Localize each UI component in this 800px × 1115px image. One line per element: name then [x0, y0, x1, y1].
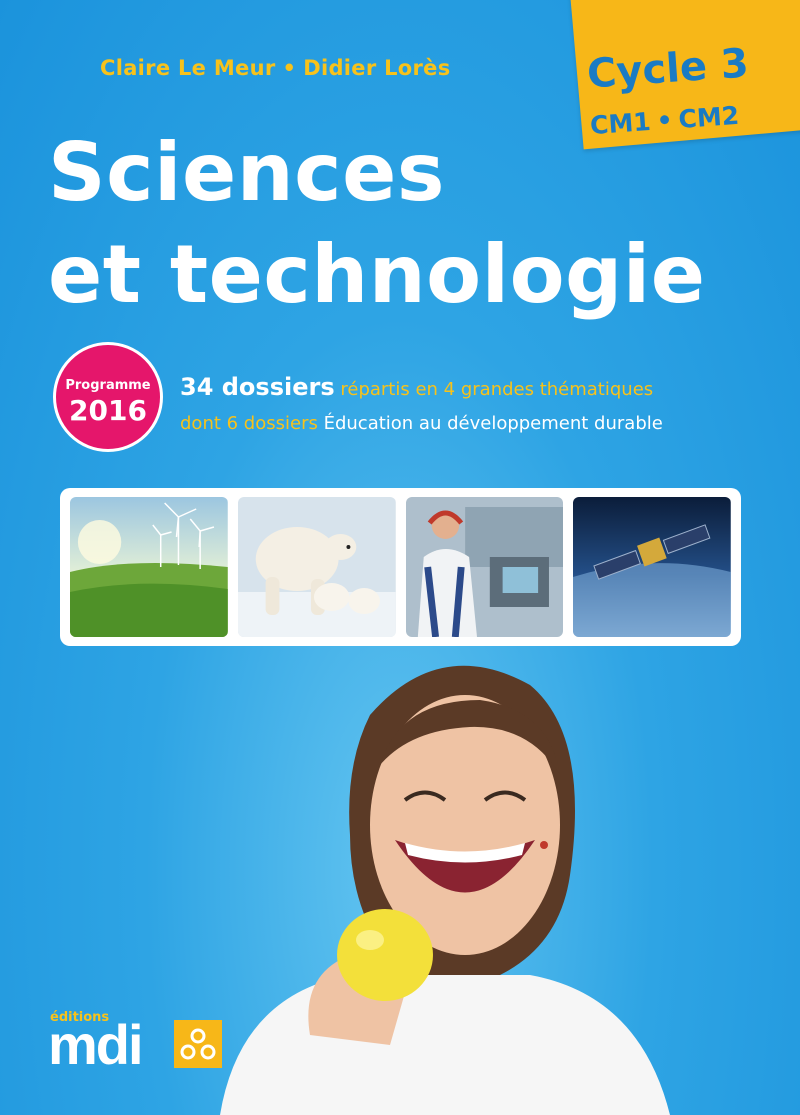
author-separator: • — [282, 56, 297, 80]
info-block: 34 dossiers répartis en 4 grandes thémat… — [180, 370, 663, 441]
info-line-1-rest: répartis en 4 grandes thématiques — [340, 379, 654, 400]
author-first: Claire Le Meur — [100, 56, 276, 80]
info-line-1: 34 dossiers répartis en 4 grandes thémat… — [180, 370, 663, 407]
info-line-1-highlight: 34 dossiers — [180, 373, 335, 401]
book-title: Sciences et technologie — [48, 122, 705, 326]
programme-badge: Programme 2016 — [53, 342, 163, 452]
info-line-2: dont 6 dossiers Éducation au développeme… — [180, 407, 663, 441]
info-line-2-rest: Éducation au développement durable — [323, 413, 663, 434]
badge-year: 2016 — [69, 394, 147, 427]
info-line-2-highlight: dont 6 dossiers — [180, 413, 318, 434]
title-line-2: et technologie — [48, 228, 706, 321]
publisher-name: mdi — [48, 1013, 144, 1076]
girl-illustration — [220, 665, 670, 1115]
book-cover: Claire Le Meur • Didier Lorès Cycle 3 CM1 •… — [0, 0, 800, 1115]
badge-label: Programme — [65, 378, 151, 393]
publisher-mark-icon — [174, 1020, 222, 1068]
title-line-1: Sciences — [48, 126, 445, 219]
authors-line: Claire Le Meur • Didier Lorès — [100, 56, 451, 80]
author-second: Didier Lorès — [303, 56, 451, 80]
